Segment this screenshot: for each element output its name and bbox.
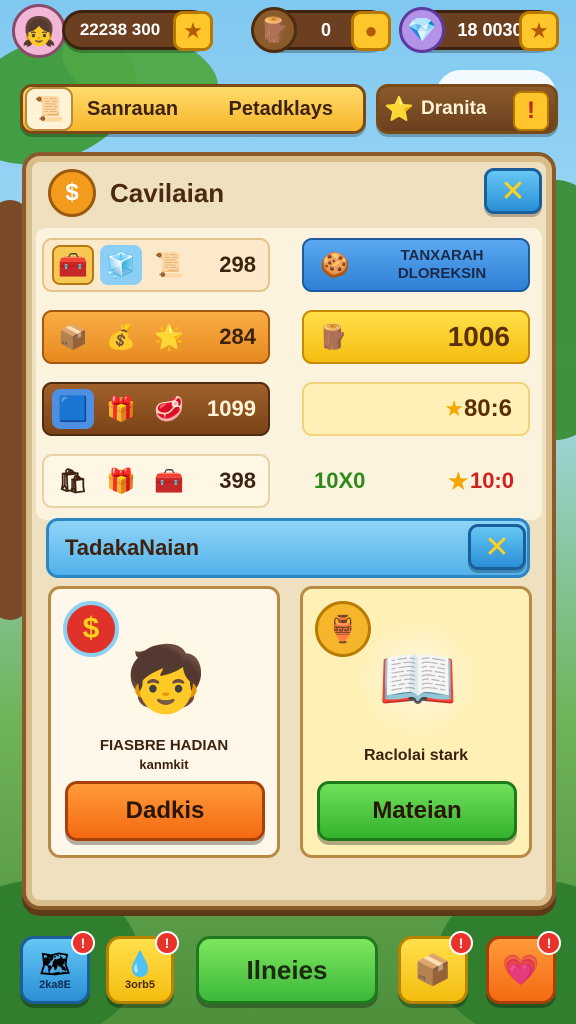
alert-badge: ! (537, 931, 561, 955)
mateian-button[interactable]: Mateian (317, 781, 517, 841)
banner-left-label-b: Petadklays (228, 97, 333, 120)
gold-offer-tile[interactable]: 🪵 1006 (302, 310, 530, 364)
bonus-value-a: 10X0 (314, 468, 366, 493)
resource-wood-value: 0 (320, 19, 331, 40)
card-left-caption-2: kanmkit (139, 757, 189, 772)
close-icon: ✕ (500, 174, 526, 208)
wooden-crate-icon: 📦 (58, 323, 88, 351)
bonus-value-b: 10:0 (469, 468, 514, 493)
reward-value: 1099 (207, 396, 256, 421)
resource-level-value: 22238 300 (79, 20, 161, 39)
close-icon: ✕ (484, 530, 510, 564)
coin-icon: $ (48, 169, 96, 217)
special-offer-tile[interactable]: 🍪 TANXARAH DLOREKSIN (302, 238, 530, 292)
banner-right-label: Dranita (421, 98, 487, 119)
reward-value: 284 (219, 324, 256, 349)
panel-title-row: $ Cavilaian (48, 166, 224, 220)
panel-close-button[interactable]: ✕ (484, 168, 542, 214)
reward-card-left: $ 🧒 FIASBRE HADIAN kanmkit Dadkis (48, 586, 280, 858)
gift-bag-icon: 🛍 (57, 467, 89, 495)
reward-card-right: 🏺 📖 Raclolai stark Mateian (300, 586, 532, 858)
wood-piece-icon: 🪵 (318, 323, 348, 351)
gold-offer-value: 1006 (447, 321, 510, 352)
reward-row[interactable]: 🧰 🧊 📜 298 (42, 238, 270, 292)
scroll-icon: 📜 (25, 87, 73, 131)
boy-with-book-icon: 📖 (353, 619, 483, 739)
map-button-label: 2ka8E (39, 978, 71, 991)
alert-badge: ! (513, 91, 549, 131)
reward-row[interactable]: 🟦 🎁 🥩 1099 (42, 382, 270, 436)
heart-icon: 💗 (502, 953, 540, 987)
main-panel: $ Cavilaian ✕ 🧰 🧊 📜 298 📦 💰 🌟 284 🟦 🎁 🥩 … (22, 152, 556, 910)
reward-value: 398 (219, 468, 256, 493)
blue-box-icon: 🟦 (52, 389, 94, 429)
card-right-caption-1: Raclolai stark (363, 747, 469, 764)
scroll-roll-icon: 📜 (154, 251, 184, 279)
favorites-button[interactable]: 💗 ! (486, 931, 561, 1004)
alert-badge: ! (71, 931, 95, 955)
add-gems-button[interactable]: ★ (519, 11, 559, 51)
meat-icon: 🥩 (154, 395, 184, 423)
resource-gems-value: 18 0030 (457, 19, 523, 40)
bonus-offer-tile[interactable]: 10X0 ★ 10:0 (302, 454, 530, 508)
dadkis-button[interactable]: Dadkis (65, 781, 265, 841)
alert-badge: ! (449, 931, 473, 955)
add-wood-button[interactable]: ● (351, 11, 391, 51)
banner-left-label-a: Sanrauan (87, 97, 179, 120)
alert-badge: ! (155, 931, 179, 955)
map-icon: 🗺 (39, 950, 71, 978)
star-character-icon: ⭐ (384, 95, 414, 123)
gold-bag-icon: 💰 (106, 323, 136, 351)
girl-avatar-icon: 👧 (21, 15, 57, 47)
reward-value: 298 (219, 252, 256, 277)
panel-title: Cavilaian (110, 177, 225, 208)
water-drop-icon: 💧 (125, 950, 155, 978)
star-icon: ★ (183, 18, 203, 43)
event-banner-left[interactable]: 📜 Sanrauan Petadklays (20, 84, 366, 134)
boy-reading-icon: 🧒 (101, 619, 231, 739)
reward-row[interactable]: 🛍 🎁 🧰 398 (42, 454, 270, 508)
section-header: TadakaNaian (46, 518, 530, 578)
cookie-icon: 🍪 (320, 251, 350, 279)
red-gift-icon: 🎁 (106, 467, 136, 495)
event-banner-right[interactable]: ⭐ Dranita ! (376, 84, 558, 134)
star-icon: ★ (444, 396, 464, 421)
treasure-chest-icon: 🧰 (154, 467, 184, 495)
resource-gems[interactable]: 💎 18 0030 ★ (399, 7, 559, 53)
inventory-button[interactable]: 📦 ! (398, 931, 473, 1004)
resource-level[interactable]: 22238 300 ★ (62, 10, 213, 51)
resource-wood[interactable]: 🪵 0 ● (251, 7, 391, 53)
star-icon: 🌟 (154, 323, 184, 351)
main-action-button[interactable]: Ilneies (196, 936, 378, 1004)
card-left-caption-1: FIASBRE HADIAN (99, 737, 229, 754)
add-level-button[interactable]: ★ (173, 11, 213, 51)
gem-icon: 💎 (399, 7, 445, 53)
star-offer-tile[interactable]: ★ 80:6 (302, 382, 530, 436)
coin-icon: ● (364, 18, 378, 43)
special-offer-line1: TANXARAH (400, 247, 484, 264)
section-close-button[interactable]: ✕ (468, 524, 526, 570)
star-offer-value: 80:6 (463, 395, 512, 422)
special-offer-text: TANXARAH DLOREKSIN (356, 247, 528, 283)
section-title: TadakaNaian (65, 535, 200, 560)
drop-button-label: 3orb5 (125, 978, 155, 991)
special-offer-line2: DLOREKSIN (397, 265, 487, 282)
gold-box-icon: 🎁 (106, 395, 136, 423)
player-avatar[interactable]: 👧 (12, 4, 66, 58)
reward-grid: 🧰 🧊 📜 298 📦 💰 🌟 284 🟦 🎁 🥩 1099 🛍 🎁 🧰 398… (36, 228, 542, 520)
inventory-box-icon: 📦 (414, 953, 452, 987)
map-button[interactable]: 🗺 2ka8E ! (20, 931, 95, 1004)
drop-button[interactable]: 💧 3orb5 ! (106, 931, 179, 1004)
wood-log-icon: 🪵 (251, 7, 297, 53)
star-icon: ★ (529, 18, 549, 43)
star-icon: ★ (446, 465, 470, 496)
reward-row[interactable]: 📦 💰 🌟 284 (42, 310, 270, 364)
blue-crate-icon: 🧊 (100, 245, 142, 285)
treasure-chest-icon: 🧰 (52, 245, 94, 285)
